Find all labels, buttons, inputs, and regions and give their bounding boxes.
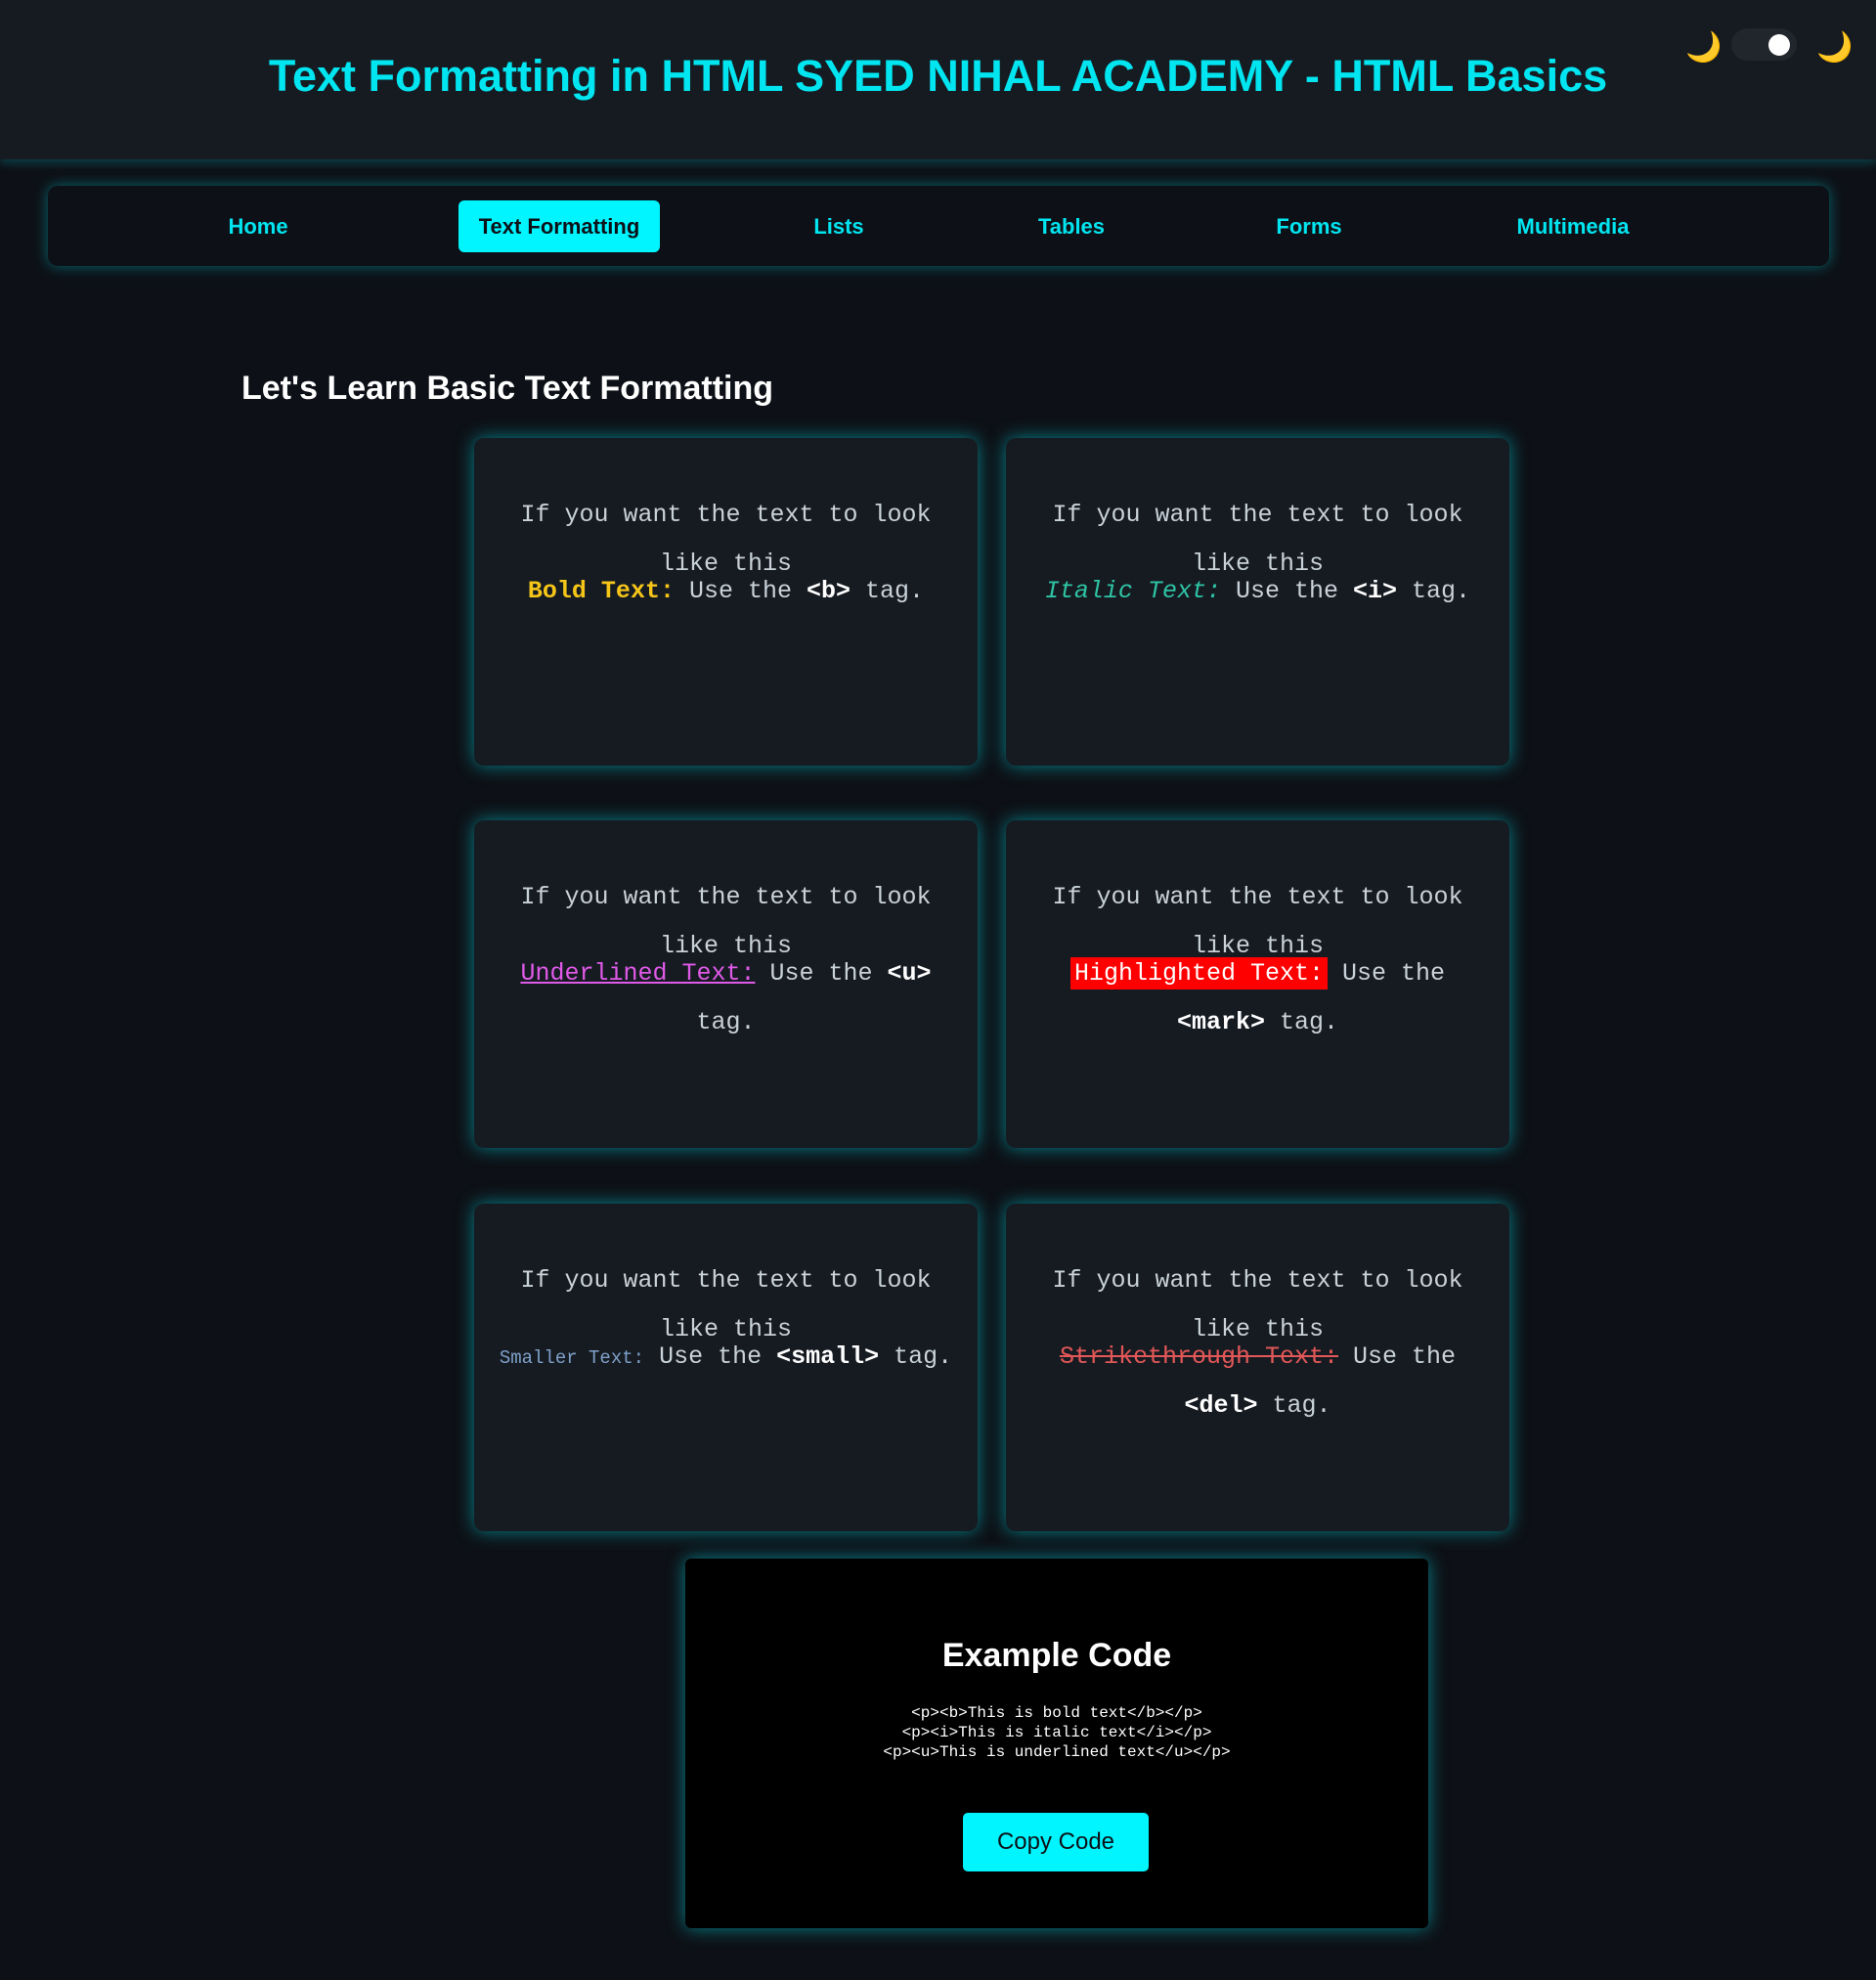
page-header: Text Formatting in HTML SYED NIHAL ACADE…: [0, 0, 1876, 159]
card-suffix: tag.: [696, 1008, 756, 1036]
moon-icon: 🌙: [1816, 30, 1854, 65]
card-use-text: Use the: [1353, 1342, 1457, 1371]
card-suffix: tag.: [894, 1342, 953, 1371]
card-underline: If you want the text to look like this U…: [474, 820, 978, 1148]
nav-forms[interactable]: Forms: [1260, 200, 1358, 252]
highlight-example: Highlighted Text:: [1069, 957, 1328, 990]
main-nav: Home Text Formatting Lists Tables Forms …: [48, 186, 1829, 266]
card-small: If you want the text to look like this S…: [474, 1204, 978, 1531]
card-highlight: If you want the text to look like this H…: [1006, 820, 1509, 1148]
underline-example: Underlined Text:: [520, 959, 756, 988]
card-use-text: Use the: [688, 577, 792, 605]
card-use-text: Use the: [659, 1342, 763, 1371]
nav-tables[interactable]: Tables: [1016, 200, 1127, 252]
toggle-knob[interactable]: [1768, 34, 1790, 56]
card-description: Smaller Text: Use the <small> tag.: [494, 1333, 958, 1383]
nav-lists[interactable]: Lists: [790, 200, 888, 252]
code-line: <p><b>This is bold text</b></p>: [911, 1704, 1202, 1722]
strikethrough-example: Strikethrough Text:: [1059, 1342, 1338, 1371]
tag-name: <i>: [1353, 577, 1398, 605]
nav-multimedia[interactable]: Multimedia: [1505, 200, 1641, 252]
moon-icon: 🌙: [1685, 30, 1723, 65]
card-bold: If you want the text to look like this B…: [474, 438, 978, 766]
small-example: Smaller Text:: [499, 1347, 645, 1369]
code-block: <p><b>This is bold text</b></p> <p><i>Th…: [685, 1703, 1428, 1762]
tag-name: <u>: [887, 959, 932, 988]
card-description: Bold Text: Use the <b> tag.: [494, 567, 958, 616]
bold-example: Bold Text:: [527, 577, 675, 605]
italic-example: Italic Text:: [1044, 577, 1221, 605]
tag-name: <b>: [807, 577, 851, 605]
card-suffix: tag.: [1280, 1008, 1339, 1036]
card-description: Italic Text: Use the <i> tag.: [1025, 567, 1490, 616]
card-suffix: tag.: [865, 577, 925, 605]
tag-name: <small>: [776, 1342, 880, 1371]
copy-code-button[interactable]: Copy Code: [963, 1813, 1149, 1871]
card-description: Underlined Text: Use the <u> tag.: [494, 949, 958, 1047]
page-title: Text Formatting in HTML SYED NIHAL ACADE…: [268, 51, 1608, 101]
card-strikethrough: If you want the text to look like this S…: [1006, 1204, 1509, 1531]
code-line: <p><i>This is italic text</i></p>: [901, 1724, 1212, 1741]
code-line: <p><u>This is underlined text</u></p>: [883, 1743, 1231, 1761]
example-code-box: Example Code <p><b>This is bold text</b>…: [685, 1559, 1428, 1928]
card-description: Highlighted Text: Use the <mark> tag.: [1025, 949, 1490, 1047]
theme-toggle[interactable]: [1731, 28, 1797, 61]
card-use-text: Use the: [1342, 959, 1446, 988]
card-use-text: Use the: [769, 959, 873, 988]
card-suffix: tag.: [1272, 1391, 1331, 1420]
nav-home[interactable]: Home: [195, 200, 322, 252]
example-code-title: Example Code: [941, 1637, 1172, 1674]
card-use-text: Use the: [1235, 577, 1338, 605]
card-italic: If you want the text to look like this I…: [1006, 438, 1509, 766]
tag-name: <del>: [1184, 1391, 1258, 1420]
card-description: Strikethrough Text: Use the <del> tag.: [1025, 1333, 1490, 1430]
tag-name: <mark>: [1176, 1008, 1265, 1036]
section-heading: Let's Learn Basic Text Formatting: [241, 370, 774, 407]
nav-text-formatting[interactable]: Text Formatting: [458, 200, 660, 252]
card-suffix: tag.: [1412, 577, 1471, 605]
